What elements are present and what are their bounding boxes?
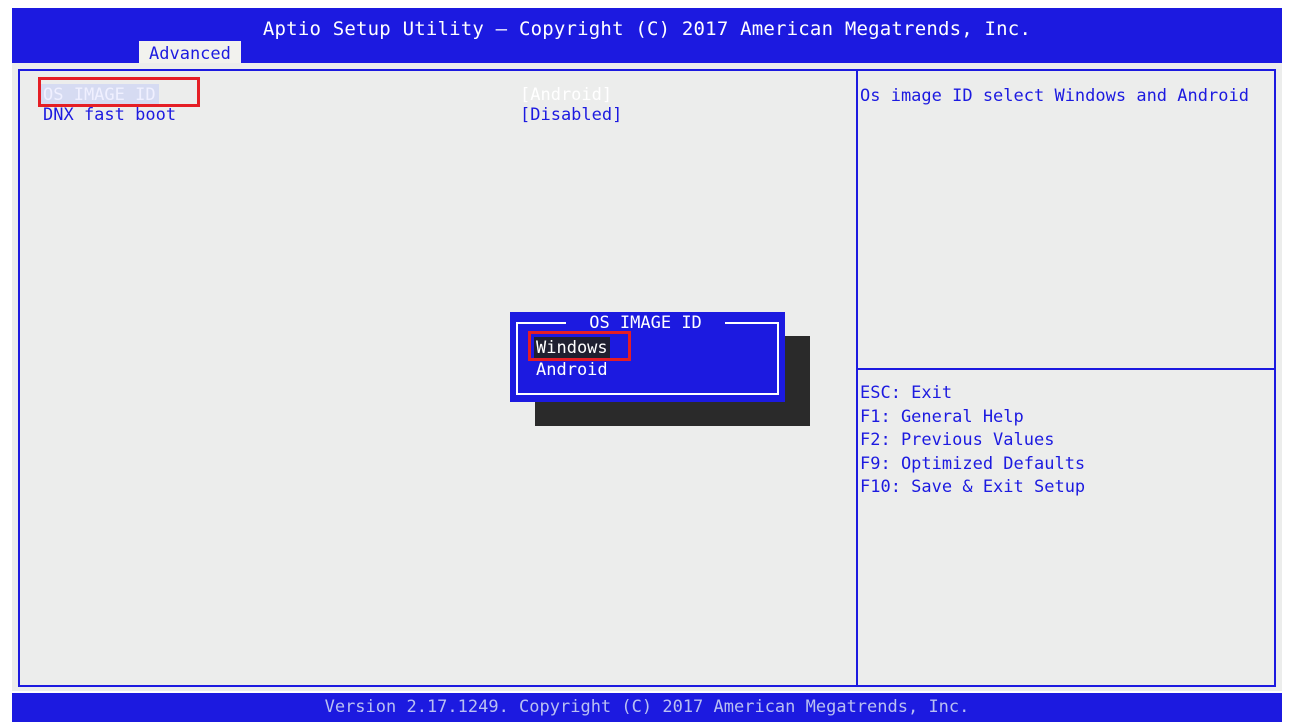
help-divider	[858, 368, 1274, 370]
key-hint: F1: General Help	[860, 406, 1024, 427]
version-text: Version 2.17.1249. Copyright (C) 2017 Am…	[324, 697, 970, 717]
header-bar: Aptio Setup Utility – Copyright (C) 2017…	[12, 8, 1282, 67]
key-hint: ESC: Exit	[860, 383, 953, 403]
help-description: Os image ID select Windows and Android	[860, 86, 1249, 106]
bios-setup-screen: Aptio Setup Utility – Copyright (C) 2017…	[0, 0, 1289, 722]
vertical-divider	[856, 69, 858, 687]
key-hint: F2: Previous Values	[860, 430, 1055, 450]
setting-dnx-fast-boot[interactable]: DNX fast boot [Disabled]	[40, 104, 740, 126]
highlight-box-setting	[38, 77, 200, 107]
setting-value[interactable]: [Android]	[520, 84, 612, 106]
popup-option-android[interactable]: Android	[534, 359, 610, 381]
key-legend: ESC: Exit F1: General Help F2: Previous …	[860, 382, 1085, 500]
key-hint: F9: Optimized Defaults	[860, 453, 1086, 474]
highlight-box-option	[528, 331, 631, 361]
setting-label: DNX fast boot	[43, 105, 177, 125]
app-title: Aptio Setup Utility – Copyright (C) 2017…	[262, 18, 1032, 40]
footer-bar: Version 2.17.1249. Copyright (C) 2017 Am…	[12, 693, 1282, 722]
setting-value[interactable]: [Disabled]	[520, 104, 622, 126]
key-hint: F10: Save & Exit Setup	[860, 477, 1086, 497]
